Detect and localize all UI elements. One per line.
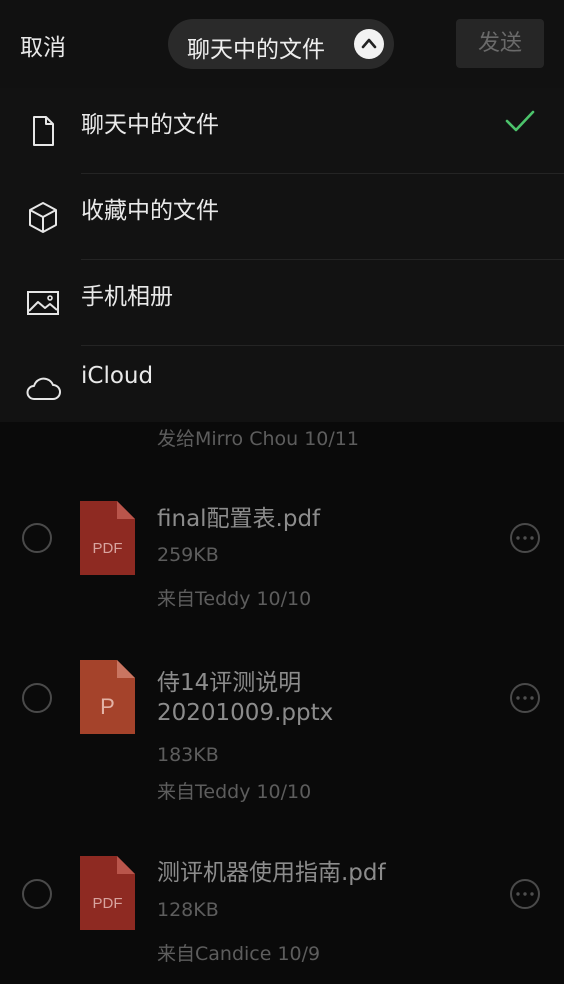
source-selector[interactable]: 聊天中的文件 [168, 19, 394, 69]
source-selector-title: 聊天中的文件 [187, 37, 325, 63]
select-radio[interactable] [22, 683, 52, 713]
file-source: 来自Candice 10/9 [157, 943, 321, 965]
pdf-file-icon: PDF [80, 856, 135, 930]
file-name: final配置表.pdf [157, 506, 321, 532]
file-name: 测评机器使用指南.pdf [157, 860, 386, 886]
file-name-line-2: 20201009.pptx [157, 700, 334, 726]
checkmark-icon [504, 108, 536, 138]
menu-item-label: 收藏中的文件 [81, 198, 219, 224]
select-radio[interactable] [22, 523, 52, 553]
menu-item-label: iCloud [81, 363, 154, 389]
source-menu: 聊天中的文件 收藏中的文件 手机相册 iCloud [0, 88, 564, 422]
cloud-icon [24, 372, 62, 406]
ppt-file-icon: P [80, 660, 135, 734]
image-icon [26, 286, 60, 320]
menu-item-favorite-files[interactable]: 收藏中的文件 [0, 174, 564, 260]
menu-item-label: 手机相册 [81, 284, 173, 310]
file-source: 来自Teddy 10/10 [157, 781, 312, 803]
file-size: 183KB [157, 744, 219, 766]
chevron-up-icon [354, 29, 384, 59]
pdf-type-label: PDF [93, 895, 123, 912]
pdf-file-icon: PDF [80, 501, 135, 575]
more-options-icon[interactable] [510, 523, 540, 553]
send-button[interactable]: 发送 [456, 19, 544, 68]
menu-item-photo-album[interactable]: 手机相册 [0, 260, 564, 346]
menu-item-label: 聊天中的文件 [81, 112, 219, 138]
menu-item-chat-files[interactable]: 聊天中的文件 [0, 88, 564, 174]
more-options-icon[interactable] [510, 879, 540, 909]
cancel-button[interactable]: 取消 [20, 28, 66, 62]
file-name-line-1: 侍14评测说明 [157, 670, 302, 696]
file-size: 259KB [157, 544, 219, 566]
cube-icon [26, 200, 60, 234]
file-source: 来自Teddy 10/10 [157, 588, 312, 610]
select-radio[interactable] [22, 879, 52, 909]
pdf-type-label: PDF [93, 540, 123, 557]
top-bar: 取消 聊天中的文件 发送 [0, 0, 564, 88]
document-icon [26, 114, 60, 148]
more-options-icon[interactable] [510, 683, 540, 713]
ppt-type-label: P [100, 694, 115, 719]
file-size: 128KB [157, 899, 219, 921]
menu-item-icloud[interactable]: iCloud [0, 346, 564, 432]
file-name: 侍14评测说明 20201009.pptx [157, 668, 487, 728]
